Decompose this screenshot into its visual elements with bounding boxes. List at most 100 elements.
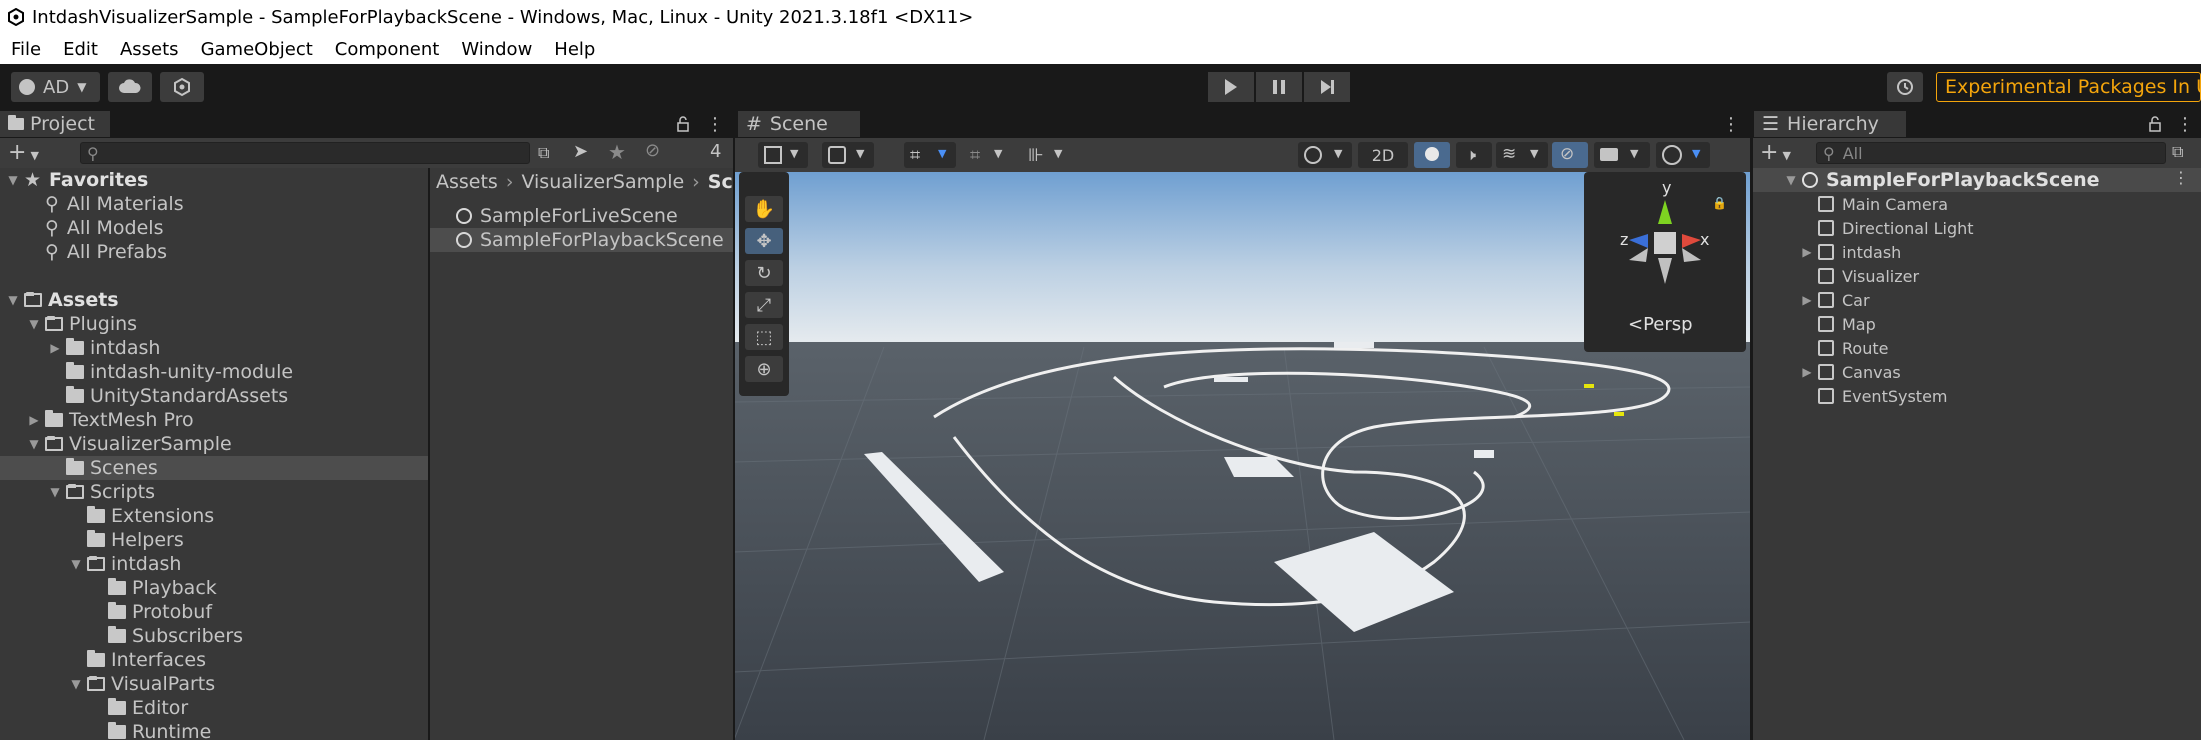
tree-item[interactable]: ▼ VisualizerSample xyxy=(0,432,428,456)
lock-icon[interactable] xyxy=(2148,111,2162,137)
menu-assets[interactable]: Assets xyxy=(109,39,190,60)
scene-view[interactable]: ▼ ▼ ⌗ ▼ ⌗ ▼ ⊪ ▼ ▼ 2D 🕨 ≋ ▼ ⊘ ▼ ▼ ✋ ✥ ↻ ⤢… xyxy=(734,111,1751,740)
hand-tool-icon[interactable]: ✋ xyxy=(745,196,783,222)
tree-item[interactable]: ⚲ All Models xyxy=(0,216,428,240)
panel-divider[interactable] xyxy=(1750,111,1753,740)
camera-settings-dropdown[interactable]: ▼ xyxy=(1594,142,1650,168)
cloud-button[interactable] xyxy=(108,72,152,102)
file-item-live-scene[interactable]: SampleForLiveScene xyxy=(430,204,733,228)
collab-button[interactable] xyxy=(160,72,204,102)
panel-divider[interactable] xyxy=(733,111,735,740)
search-type-icon[interactable]: ⧉ xyxy=(538,143,549,163)
tree-item[interactable]: ▼ intdash xyxy=(0,552,428,576)
chevron-down-icon[interactable]: ▼ xyxy=(1784,173,1798,187)
tree-item[interactable]: ▼ Scripts xyxy=(0,480,428,504)
hierarchy-item[interactable]: EventSystem xyxy=(1752,384,2201,408)
hierarchy-item[interactable]: Map xyxy=(1752,312,2201,336)
menu-edit[interactable]: Edit xyxy=(52,39,109,60)
effects-dropdown[interactable]: ≋ ▼ xyxy=(1496,142,1548,168)
add-button[interactable]: + ▼ xyxy=(1760,140,1791,165)
move-tool-icon[interactable]: ✥ xyxy=(745,228,783,254)
breadcrumb-scenes[interactable]: Sce xyxy=(708,171,733,193)
chevron-down-icon[interactable]: ▼ xyxy=(69,677,83,691)
tree-item[interactable]: UnityStandardAssets xyxy=(0,384,428,408)
undo-history-button[interactable] xyxy=(1887,72,1923,102)
chevron-down-icon[interactable]: ▼ xyxy=(6,173,20,187)
rotate-tool-icon[interactable]: ↻ xyxy=(745,260,783,286)
tree-item[interactable]: ▼ VisualParts xyxy=(0,672,428,696)
menu-file[interactable]: File xyxy=(0,39,52,60)
scene-visibility-toggle[interactable]: ⊘ xyxy=(1552,142,1588,168)
grid-snapping-toggle[interactable]: ⌗ ▼ xyxy=(904,142,956,168)
menu-gameobject[interactable]: GameObject xyxy=(190,39,324,60)
rect-tool-icon[interactable]: ⬚ xyxy=(745,324,783,350)
tree-item[interactable]: Helpers xyxy=(0,528,428,552)
hidden-packages-icon[interactable]: ⊘ xyxy=(645,140,660,161)
hierarchy-item[interactable]: Directional Light xyxy=(1752,216,2201,240)
transform-tool-icon[interactable]: ⊕ xyxy=(745,356,783,382)
hierarchy-search-input[interactable]: ⚲ All xyxy=(1816,142,2166,164)
audio-toggle[interactable]: 🕨 xyxy=(1456,142,1492,168)
chevron-down-icon[interactable]: ▼ xyxy=(6,293,20,307)
tree-item[interactable]: Playback xyxy=(0,576,428,600)
grid-visibility-toggle[interactable]: ⌗ ▼ xyxy=(966,142,1014,168)
scene-visibility-icon[interactable]: ⧉ xyxy=(2172,142,2183,162)
menu-help[interactable]: Help xyxy=(543,39,606,60)
tree-item[interactable]: ⚲ All Prefabs xyxy=(0,240,428,264)
orientation-gizmo[interactable]: y x z 🔒 <Persp xyxy=(1584,172,1746,352)
chevron-right-icon[interactable]: ▶ xyxy=(1800,245,1814,259)
breadcrumb-assets[interactable]: Assets xyxy=(436,171,498,193)
scale-tool-icon[interactable]: ⤢ xyxy=(745,292,783,318)
hierarchy-item[interactable]: ▶ Car xyxy=(1752,288,2201,312)
hierarchy-item[interactable]: Route xyxy=(1752,336,2201,360)
hierarchy-item[interactable]: Main Camera xyxy=(1752,192,2201,216)
experimental-packages-button[interactable]: Experimental Packages In Use xyxy=(1936,72,2201,102)
scene-viewport[interactable]: ✋ ✥ ↻ ⤢ ⬚ ⊕ y x z 🔒 <Persp xyxy=(734,172,1751,740)
tree-item[interactable]: Subscribers xyxy=(0,624,428,648)
tree-item[interactable]: Protobuf xyxy=(0,600,428,624)
hierarchy-item[interactable]: ▶ Canvas xyxy=(1752,360,2201,384)
chevron-down-icon[interactable]: ▼ xyxy=(27,317,41,331)
chevron-right-icon[interactable]: ▶ xyxy=(27,413,41,427)
lighting-toggle[interactable] xyxy=(1414,142,1450,168)
menu-component[interactable]: Component xyxy=(324,39,451,60)
kebab-menu-icon[interactable]: ⋮ xyxy=(2173,168,2189,187)
step-button[interactable] xyxy=(1304,72,1350,102)
breadcrumb-visualizersample[interactable]: VisualizerSample xyxy=(521,171,684,193)
tree-item[interactable]: Runtime xyxy=(0,720,428,740)
tree-item[interactable]: Extensions xyxy=(0,504,428,528)
add-button[interactable]: + ▼ xyxy=(8,140,39,165)
menu-window[interactable]: Window xyxy=(450,39,543,60)
tree-item[interactable]: ▼ Assets xyxy=(0,288,428,312)
tree-item[interactable]: ▶ intdash xyxy=(0,336,428,360)
tree-item[interactable]: ▶ TextMesh Pro xyxy=(0,408,428,432)
account-dropdown[interactable]: AD ▼ xyxy=(11,72,100,102)
lock-icon[interactable] xyxy=(676,111,690,137)
chevron-right-icon[interactable]: ▶ xyxy=(48,341,62,355)
tree-item[interactable]: ⚲ All Materials xyxy=(0,192,428,216)
hierarchy-item[interactable]: ▶ intdash xyxy=(1752,240,2201,264)
hierarchy-kebab-menu-icon[interactable]: ⋮ xyxy=(2176,111,2194,137)
draw-mode-toggle[interactable]: ▼ xyxy=(1298,142,1352,168)
favorite-star-icon[interactable]: ★ xyxy=(608,140,626,164)
kebab-menu-icon[interactable]: ⋮ xyxy=(706,111,724,137)
label-filter-icon[interactable]: ➤ xyxy=(573,141,588,162)
tree-item[interactable]: ▼ Plugins xyxy=(0,312,428,336)
chevron-down-icon[interactable]: ▼ xyxy=(69,557,83,571)
file-item-playback-scene[interactable]: SampleForPlaybackScene xyxy=(430,228,733,252)
chevron-down-icon[interactable]: ▼ xyxy=(48,485,62,499)
chevron-down-icon[interactable]: ▼ xyxy=(27,437,41,451)
tree-item[interactable]: ▼ ★ Favorites xyxy=(0,168,428,192)
hierarchy-scene-root[interactable]: ▼ SampleForPlaybackScene ⋮ xyxy=(1752,168,2201,192)
gizmos-dropdown[interactable]: ▼ xyxy=(1656,142,1710,168)
project-search-input[interactable]: ⚲ xyxy=(80,142,530,164)
pause-button[interactable] xyxy=(1256,72,1302,102)
lock-icon[interactable]: 🔒 xyxy=(1712,196,1727,210)
render-mode-dropdown[interactable]: ▼ xyxy=(822,142,874,168)
play-button[interactable] xyxy=(1208,72,1254,102)
chevron-right-icon[interactable]: ▶ xyxy=(1800,365,1814,379)
hierarchy-item[interactable]: Visualizer xyxy=(1752,264,2201,288)
increment-snap-dropdown[interactable]: ⊪ ▼ xyxy=(1024,142,1076,168)
tree-item[interactable]: Scenes xyxy=(0,456,428,480)
tab-hierarchy[interactable]: ☰ Hierarchy xyxy=(1754,111,1906,137)
